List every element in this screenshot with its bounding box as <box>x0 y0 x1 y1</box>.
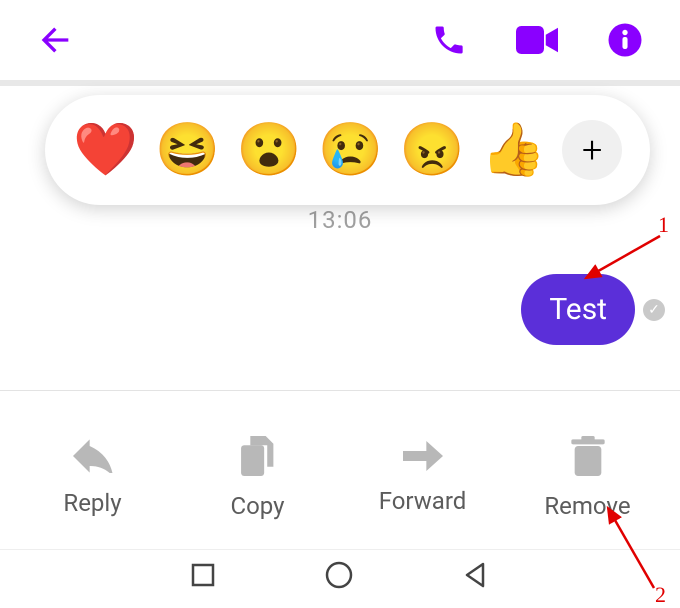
copy-label: Copy <box>230 492 284 520</box>
triangle-back-icon <box>463 562 489 588</box>
back-button[interactable] <box>25 20 85 60</box>
circle-icon <box>325 561 353 589</box>
forward-button[interactable]: Forward <box>348 441 498 515</box>
plus-icon: + <box>582 129 602 171</box>
video-icon <box>516 24 558 56</box>
trash-icon <box>571 436 605 476</box>
info-button[interactable] <box>595 22 655 58</box>
phone-icon <box>431 22 467 58</box>
message-text: Test <box>549 292 607 327</box>
nav-back-button[interactable] <box>463 562 489 592</box>
copy-button[interactable]: Copy <box>183 436 333 520</box>
delivered-check-icon <box>643 299 665 321</box>
header-divider <box>0 80 680 86</box>
reply-button[interactable]: Reply <box>18 439 168 517</box>
video-call-button[interactable] <box>507 24 567 56</box>
android-navbar <box>0 549 680 604</box>
nav-home-button[interactable] <box>325 561 353 593</box>
message-row: Test <box>0 274 680 345</box>
voice-call-button[interactable] <box>419 22 479 58</box>
reply-label: Reply <box>63 489 121 517</box>
forward-arrow-icon <box>403 441 443 471</box>
reply-icon <box>73 439 113 473</box>
annotation-label-2: 2 <box>655 582 666 608</box>
reaction-like-icon[interactable]: 👍 <box>481 124 547 176</box>
forward-label: Forward <box>379 487 467 515</box>
reaction-wow-icon[interactable]: 😮 <box>236 124 302 176</box>
reaction-picker: ❤️ 😆 😮 😢 😠 👍 + <box>45 95 650 205</box>
message-actions-bar: Reply Copy Forward Remove <box>0 391 680 560</box>
nav-recent-button[interactable] <box>191 563 215 591</box>
message-bubble[interactable]: Test <box>521 274 635 345</box>
copy-icon <box>240 436 276 476</box>
square-icon <box>191 563 215 587</box>
back-arrow-icon <box>35 20 75 60</box>
remove-label: Remove <box>544 492 630 520</box>
reaction-laugh-icon[interactable]: 😆 <box>154 124 220 176</box>
chat-header <box>0 0 680 80</box>
reaction-sad-icon[interactable]: 😢 <box>317 124 383 176</box>
chat-area: 13:06 Test <box>0 206 680 345</box>
info-icon <box>607 22 643 58</box>
message-timestamp: 13:06 <box>0 206 680 234</box>
reaction-angry-icon[interactable]: 😠 <box>399 124 465 176</box>
reaction-more-button[interactable]: + <box>562 120 622 180</box>
remove-button[interactable]: Remove <box>513 436 663 520</box>
annotation-label-1: 1 <box>658 212 669 238</box>
reaction-heart-icon[interactable]: ❤️ <box>73 124 139 176</box>
